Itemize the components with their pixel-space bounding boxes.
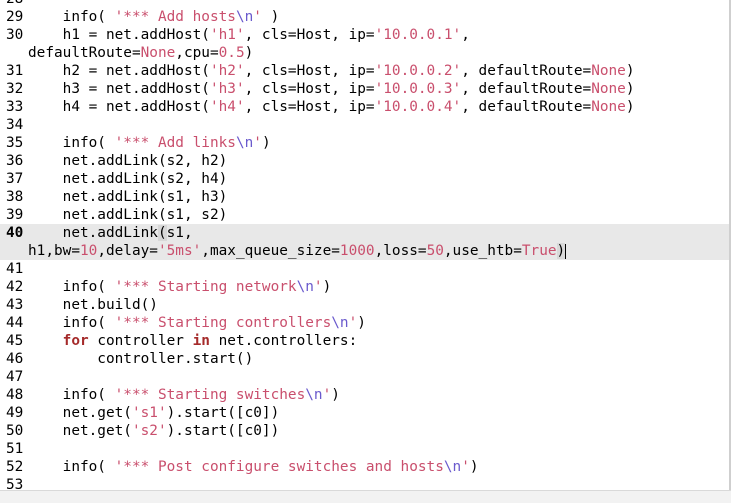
line-number: 36 <box>6 153 24 169</box>
code-text-wrapped[interactable]: defaultRoute=None,cpu=0.5) <box>28 44 253 62</box>
line-number: 45 <box>6 333 24 349</box>
code-text[interactable]: info( '*** Starting switches\n') <box>28 386 340 404</box>
text-cursor <box>565 243 567 259</box>
code-text[interactable]: net.addLink(s1, <box>28 224 193 242</box>
line-number: 48 <box>6 387 24 403</box>
line-number: 39 <box>6 207 24 223</box>
code-line-current[interactable]: 40 net.addLink(s1, h1,bw=10,delay='5ms',m… <box>0 224 729 260</box>
line-number: 40 <box>6 225 24 241</box>
code-text[interactable]: h4 = net.addHost('h4', cls=Host, ip='10.… <box>28 98 635 116</box>
code-line[interactable]: 52 info( '*** Post configure switches an… <box>0 458 729 476</box>
line-number: 32 <box>6 81 24 97</box>
code-text[interactable]: net.addLink(s2, h2) <box>28 152 228 170</box>
code-line[interactable]: 47 <box>0 368 729 386</box>
code-text[interactable]: net.addLink(s1, h3) <box>28 188 228 206</box>
code-text-wrapped[interactable]: h1,bw=10,delay='5ms',max_queue_size=1000… <box>28 242 567 260</box>
line-number: 29 <box>6 9 24 25</box>
code-line[interactable]: 29 info( '*** Add hosts\n' ) <box>0 8 729 26</box>
code-line[interactable]: 39 net.addLink(s1, s2) <box>0 206 729 224</box>
code-line[interactable]: 28 <box>0 0 729 8</box>
line-number: 31 <box>6 63 24 79</box>
code-line[interactable]: 30 h1 = net.addHost('h1', cls=Host, ip='… <box>0 26 729 62</box>
line-number: 46 <box>6 351 24 367</box>
code-line[interactable]: 45 for controller in net.controllers: <box>0 332 729 350</box>
code-text[interactable]: net.get('s1').start([c0]) <box>28 404 280 422</box>
line-number: 37 <box>6 171 24 187</box>
code-text[interactable]: info( '*** Starting controllers\n') <box>28 314 366 332</box>
line-number: 51 <box>6 441 24 457</box>
code-line[interactable]: 49 net.get('s1').start([c0]) <box>0 404 729 422</box>
code-text[interactable]: net.addLink(s2, h4) <box>28 170 228 188</box>
code-line[interactable]: 46 controller.start() <box>0 350 729 368</box>
line-number: 53 <box>6 477 24 490</box>
code-line[interactable]: 53 <box>0 476 729 490</box>
line-number: 38 <box>6 189 24 205</box>
code-editor[interactable]: 2829 info( '*** Add hosts\n' )30 h1 = ne… <box>0 0 731 490</box>
code-text[interactable]: h2 = net.addHost('h2', cls=Host, ip='10.… <box>28 62 635 80</box>
code-line[interactable]: 50 net.get('s2').start([c0]) <box>0 422 729 440</box>
line-number: 49 <box>6 405 24 421</box>
line-number: 42 <box>6 279 24 295</box>
code-text[interactable]: net.addLink(s1, s2) <box>28 206 228 224</box>
line-number: 34 <box>6 117 24 133</box>
code-text[interactable]: h3 = net.addHost('h3', cls=Host, ip='10.… <box>28 80 635 98</box>
code-line[interactable]: 41 <box>0 260 729 278</box>
line-number: 50 <box>6 423 24 439</box>
status-bar <box>0 490 731 503</box>
code-text[interactable]: h1 = net.addHost('h1', cls=Host, ip='10.… <box>28 26 470 44</box>
code-line[interactable]: 42 info( '*** Starting network\n') <box>0 278 729 296</box>
code-text[interactable]: for controller in net.controllers: <box>28 332 358 350</box>
code-line[interactable]: 31 h2 = net.addHost('h2', cls=Host, ip='… <box>0 62 729 80</box>
line-number: 52 <box>6 459 24 475</box>
code-line[interactable]: 35 info( '*** Add links\n') <box>0 134 729 152</box>
line-number: 47 <box>6 369 24 385</box>
code-line[interactable]: 37 net.addLink(s2, h4) <box>0 170 729 188</box>
code-line[interactable]: 33 h4 = net.addHost('h4', cls=Host, ip='… <box>0 98 729 116</box>
line-number: 35 <box>6 135 24 151</box>
code-text[interactable]: info( '*** Add hosts\n' ) <box>28 8 280 26</box>
line-number: 41 <box>6 261 24 277</box>
code-line[interactable]: 38 net.addLink(s1, h3) <box>0 188 729 206</box>
code-line[interactable]: 34 <box>0 116 729 134</box>
code-area[interactable]: 2829 info( '*** Add hosts\n' )30 h1 = ne… <box>0 0 729 490</box>
code-text[interactable]: info( '*** Post configure switches and h… <box>28 458 479 476</box>
code-text[interactable]: net.get('s2').start([c0]) <box>28 422 280 440</box>
code-line[interactable]: 32 h3 = net.addHost('h3', cls=Host, ip='… <box>0 80 729 98</box>
code-line[interactable]: 44 info( '*** Starting controllers\n') <box>0 314 729 332</box>
code-line[interactable]: 43 net.build() <box>0 296 729 314</box>
line-number: 33 <box>6 99 24 115</box>
code-line[interactable]: 48 info( '*** Starting switches\n') <box>0 386 729 404</box>
code-line[interactable]: 51 <box>0 440 729 458</box>
code-line[interactable]: 36 net.addLink(s2, h2) <box>0 152 729 170</box>
code-text[interactable]: info( '*** Starting network\n') <box>28 278 332 296</box>
code-text[interactable]: net.build() <box>28 296 158 314</box>
line-number: 44 <box>6 315 24 331</box>
line-number: 43 <box>6 297 24 313</box>
line-number: 28 <box>6 0 28 8</box>
line-number: 30 <box>6 27 24 43</box>
code-text[interactable]: controller.start() <box>28 350 253 368</box>
code-text[interactable]: info( '*** Add links\n') <box>28 134 271 152</box>
